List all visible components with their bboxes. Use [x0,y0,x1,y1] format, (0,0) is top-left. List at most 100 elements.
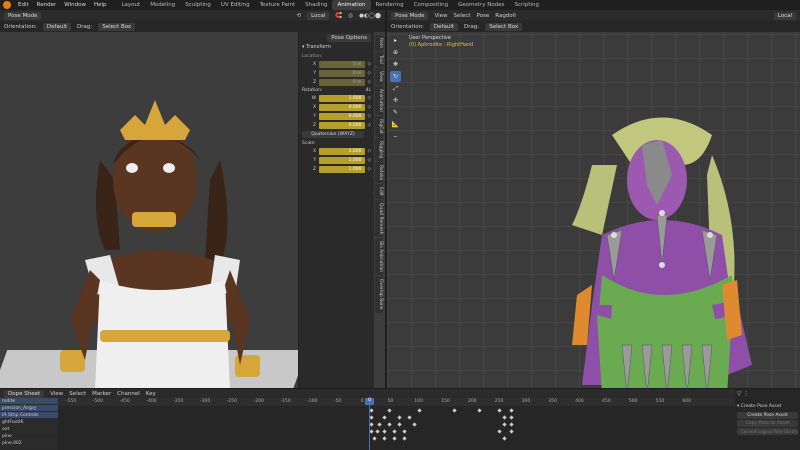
keyframe-marker[interactable] [402,436,407,441]
blender-logo-icon[interactable] [3,1,11,9]
keyframe-marker[interactable] [509,415,514,420]
channel-row[interactable]: rodite [0,398,58,405]
scale-keyframe-icon[interactable]: ◇ [368,158,371,163]
right-drag-dropdown[interactable]: Select Box [485,22,523,31]
keyframe-marker[interactable] [509,429,514,434]
annotate-tool-icon[interactable]: ✎ [390,107,401,118]
keyframe-marker[interactable] [417,408,422,413]
keyframe-marker[interactable] [497,429,502,434]
keyframe-marker[interactable] [502,436,507,441]
sidebar-tab-tool[interactable]: Tool [375,52,383,67]
keyframe-marker[interactable] [402,429,407,434]
rotation-keyframe-icon[interactable]: ◇ [368,105,371,110]
create-pose-asset-button[interactable]: Create Pose Asset [737,412,798,419]
ragdoll-menu[interactable]: Ragdoll [495,13,515,19]
menu-edit[interactable]: Edit [18,2,29,8]
tab-rendering[interactable]: Rendering [371,0,409,10]
location-keyframe-icon[interactable]: ◇ [368,71,371,76]
tab-texture-paint[interactable]: Texture Paint [255,0,301,10]
right-viewport[interactable]: Pose Mode View Select Pose Ragdoll Local… [387,10,800,388]
editor-type-dropdown[interactable]: Dope Sheet [4,389,45,398]
keyframe-marker[interactable] [477,408,482,413]
sidebar-tab-bis-animation[interactable]: Bis Animation [375,238,383,276]
menu-help[interactable]: Help [94,2,107,8]
right-orientation-dropdown[interactable]: Default [429,22,459,31]
rotation-mode-dropdown[interactable]: Quaternion (WXYZ) [302,131,364,138]
keyframe-marker[interactable] [397,415,402,420]
channel-row[interactable]: pine [0,433,58,440]
transform-section-header[interactable]: ▾ Transform [302,44,371,50]
scale-keyframe-icon[interactable]: ◇ [368,167,371,172]
scale-tool-icon[interactable]: ⤢ [390,83,401,94]
frame-ruler[interactable]: -550 -500 -450 -400 -350 -300 -250 -200 -150 -100… [58,398,735,406]
right-menu-pose[interactable]: Pose [477,13,490,19]
channel-row[interactable]: pression_Angry [0,405,58,412]
keyframe-marker[interactable] [407,415,412,420]
convert-legacy-pose-library-button[interactable]: Convert Legacy Pose Library [737,428,798,435]
keyframe-marker[interactable] [382,436,387,441]
tab-sculpting[interactable]: Sculpting [180,0,216,10]
location-x-field[interactable]: 0 m [319,60,365,68]
tab-layout[interactable]: Layout [116,0,145,10]
keyframe-marker[interactable] [392,436,397,441]
keyframe-marker[interactable] [377,422,382,427]
sidebar-tab-item[interactable]: Item [375,35,383,52]
scale-keyframe-icon[interactable]: ◇ [368,149,371,154]
rotation-z-field[interactable]: 0.000 [319,121,365,129]
location-y-field[interactable]: 0 m [319,69,365,77]
proportional-icon[interactable]: ◎ [348,13,353,19]
menu-window[interactable]: Window [64,2,86,8]
dope-menu-view[interactable]: View [50,391,63,397]
location-z-field[interactable]: 0 m [319,78,365,86]
keyframe-marker[interactable] [392,429,397,434]
keyframe-marker[interactable] [502,415,507,420]
left-orientation-dropdown[interactable]: Default [42,22,72,31]
playhead[interactable] [369,398,370,450]
right-transform-space[interactable]: Local [773,11,796,20]
sidebar-tab-rotoko[interactable]: Rotoko [375,161,383,184]
tab-scripting[interactable]: Scripting [509,0,543,10]
rotation-y-field[interactable]: 0.000 [319,112,365,120]
copy-pose-as-asset-button[interactable]: Copy Pose as Asset [737,420,798,427]
rotation-lock-flag[interactable]: 4L [366,88,371,93]
sidebar-tab-overlap-bone[interactable]: Overlap Bone [375,276,383,313]
keyframe-marker[interactable] [387,408,392,413]
channel-row[interactable]: pine.002 [0,440,58,447]
sidebar-tab-rigcat[interactable]: RigCat [375,115,383,137]
keyframe-area[interactable] [58,406,735,450]
sidebar-tab-quad-remesh[interactable]: Quad Remesh [375,199,383,238]
select-tool-icon[interactable]: ▸ [390,35,401,46]
tab-animation[interactable]: Animation [332,0,371,10]
scale-z-field[interactable]: 1.000 [319,165,365,173]
location-keyframe-icon[interactable]: ◇ [368,80,371,85]
cursor-tool-icon[interactable]: ⊕ [390,47,401,58]
current-frame-indicator[interactable]: 0 [365,398,374,405]
rotation-keyframe-icon[interactable]: ◇ [368,114,371,119]
create-pose-asset-header[interactable]: ▾ Create Pose Asset [737,404,798,409]
keyframe-marker[interactable] [502,422,507,427]
channel-row[interactable]: oot [0,426,58,433]
scale-y-field[interactable]: 1.000 [319,156,365,164]
keyframe-marker[interactable] [369,408,374,413]
keyframe-marker[interactable] [375,429,380,434]
dope-menu-channel[interactable]: Channel [117,391,140,397]
keyframe-marker[interactable] [412,422,417,427]
transform-tool-icon[interactable]: ✣ [390,95,401,106]
left-transform-space[interactable]: Local [307,11,330,20]
tab-uv-editing[interactable]: UV Editing [216,0,255,10]
rotation-x-field[interactable]: 0.000 [319,103,365,111]
keyframe-marker[interactable] [382,415,387,420]
keyframe-marker[interactable] [369,429,374,434]
transform-space-icon[interactable]: ⟲ [297,13,302,19]
keyframe-marker[interactable] [372,436,377,441]
dope-menu-select[interactable]: Select [69,391,86,397]
right-menu-view[interactable]: View [434,13,447,19]
tab-shading[interactable]: Shading [300,0,332,10]
sidebar-tab-rigging[interactable]: Rigging [375,137,383,161]
filter-icon[interactable]: ▽ [737,391,741,399]
keyframe-marker[interactable] [369,422,374,427]
keyframe-marker[interactable] [497,408,502,413]
rotate-tool-icon[interactable]: ↻ [390,71,401,82]
location-keyframe-icon[interactable]: ◇ [368,62,371,67]
dope-menu-marker[interactable]: Marker [92,391,111,397]
